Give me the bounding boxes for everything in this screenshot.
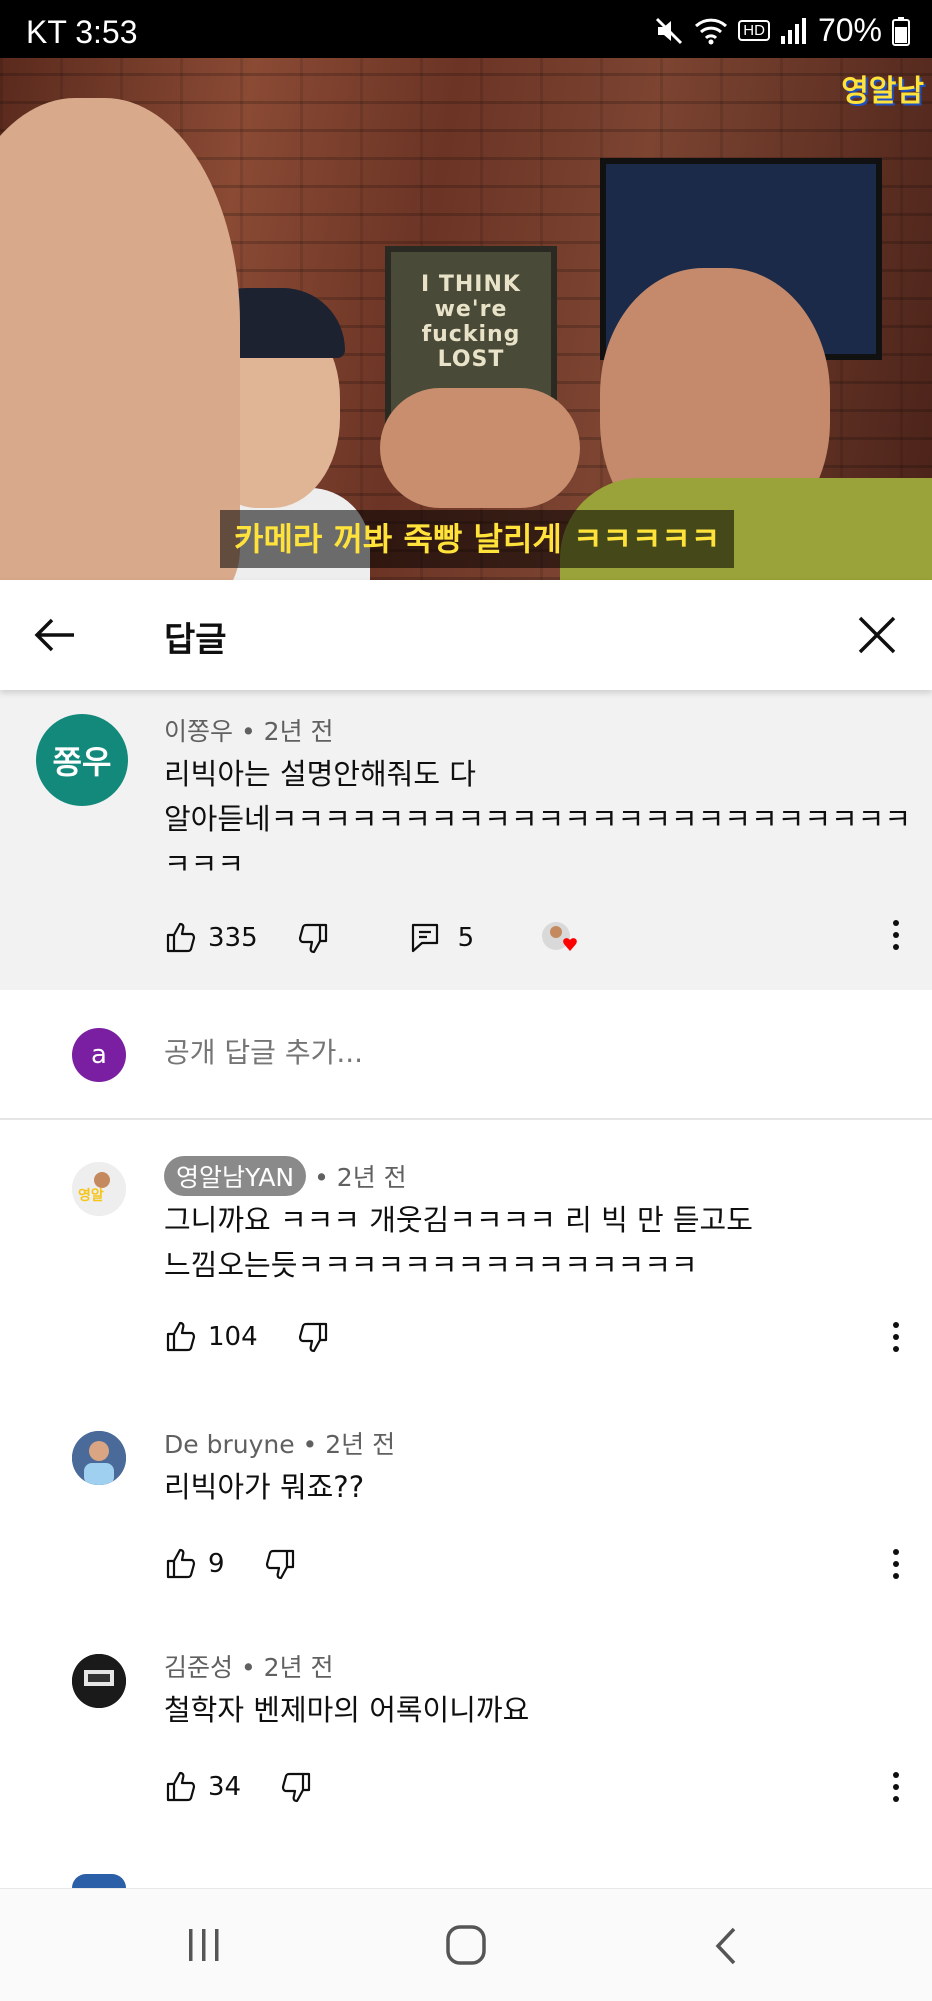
status-bar: KT 3:53 HD 70%	[0, 0, 932, 58]
comment-meta: 이쫑우 • 2년 전	[164, 712, 334, 748]
add-reply-row: a	[0, 990, 932, 1120]
thumbs-down-icon[interactable]	[279, 1770, 313, 1804]
comment-author[interactable]: 김준성	[164, 1653, 233, 1682]
comment-line: 철학자 벤제마의 어록이니까요	[164, 1693, 530, 1727]
comment-meta: 김준성 • 2년 전	[164, 1648, 334, 1684]
channel-avatar-icon: 영알	[72, 1162, 126, 1216]
thumbs-up-icon[interactable]	[164, 1770, 198, 1804]
comment-age: 2년 전	[263, 1653, 334, 1682]
video-subtitle: 카메라 꺼봐 죽빵 날리게 ㅋㅋㅋㅋㅋ	[220, 510, 735, 568]
comment-actions: 104	[164, 1320, 330, 1354]
like-count: 335	[208, 923, 258, 953]
more-vert-icon[interactable]	[890, 1770, 902, 1804]
comment-author[interactable]: De bruyne	[164, 1430, 295, 1459]
comment-line: 리빅아가 뭐죠??	[164, 1470, 365, 1504]
user-photo-icon	[72, 1654, 126, 1708]
thumbs-up-icon[interactable]	[164, 1320, 198, 1354]
comment-meta: De bruyne • 2년 전	[164, 1425, 395, 1461]
comment-age: 2년 전	[325, 1430, 396, 1459]
more-vert-icon[interactable]	[890, 1547, 902, 1581]
close-icon[interactable]	[852, 610, 902, 660]
reply-input[interactable]	[164, 1036, 513, 1069]
home-icon[interactable]	[444, 1923, 488, 1967]
meta-separator: •	[240, 717, 264, 746]
avatar[interactable]	[72, 1654, 126, 1708]
creator-badge[interactable]: 영알남YAN	[164, 1156, 307, 1196]
avatar[interactable]: 영알	[72, 1162, 126, 1216]
creator-heart-icon	[542, 922, 578, 951]
user-avatar: a	[72, 1028, 126, 1082]
comment-actions: 34	[164, 1770, 313, 1804]
video-pointing-hand	[380, 388, 580, 508]
meta-separator: •	[240, 1653, 264, 1682]
user-photo-icon	[72, 1431, 126, 1485]
thumbs-down-icon[interactable]	[296, 1320, 330, 1354]
video-person-left	[0, 98, 240, 580]
thumbs-up-icon[interactable]	[164, 921, 198, 955]
page-title: 답글	[164, 620, 227, 660]
battery-icon	[892, 16, 910, 46]
carrier-time: KT 3:53	[26, 14, 138, 50]
comment-line: 느낌오는듯ㅋㅋㅋㅋㅋㅋㅋㅋㅋㅋㅋㅋㅋㅋㅋ	[164, 1248, 698, 1282]
hd-icon: HD	[738, 20, 770, 41]
comment-actions: 335 5	[164, 918, 586, 958]
thumbs-down-icon[interactable]	[296, 921, 330, 955]
comment-age: 2년 전	[263, 717, 334, 746]
channel-logo: 영알남	[841, 74, 924, 109]
battery-percent: 70%	[817, 12, 882, 48]
comment-line: 알아듣네ㅋㅋㅋㅋㅋㅋㅋㅋㅋㅋㅋㅋㅋㅋㅋㅋㅋㅋㅋㅋㅋㅋㅋㅋ	[164, 802, 912, 836]
back-arrow-icon[interactable]	[30, 610, 80, 660]
video-player[interactable]: I THINK we're fucking LOST 영알남 카메라 꺼봐 죽빵…	[0, 58, 932, 580]
avatar[interactable]: 쫑우	[36, 714, 128, 806]
comment-line: 그니까요 ㅋㅋㅋ 개웃김ㅋㅋㅋㅋ 리 빅 만 듣고도	[164, 1203, 753, 1237]
like-count: 104	[208, 1322, 258, 1352]
comment-age: 2년 전	[336, 1163, 407, 1192]
comment-author[interactable]: 이쫑우	[164, 717, 233, 746]
thumbs-up-icon[interactable]	[164, 1547, 198, 1581]
comment-text: 리빅아가 뭐죠??	[164, 1465, 364, 1510]
wifi-icon	[695, 18, 728, 44]
like-count: 34	[208, 1772, 242, 1802]
comment-line: 리빅아는 설명안해줘도 다	[164, 757, 476, 791]
comment-meta: 영알남YAN • 2년 전	[164, 1156, 407, 1196]
parent-comment: 쫑우 이쫑우 • 2년 전 리빅아는 설명안해줘도 다 알아듣네ㅋㅋㅋㅋㅋㅋㅋㅋ…	[0, 690, 932, 990]
comment-text: 그니까요 ㅋㅋㅋ 개웃김ㅋㅋㅋㅋ 리 빅 만 듣고도 느낌오는듯ㅋㅋㅋㅋㅋㅋㅋㅋ…	[164, 1198, 753, 1288]
mute-icon	[656, 17, 683, 44]
system-nav-bar	[0, 1888, 932, 2001]
like-count: 9	[208, 1549, 225, 1579]
comment-text: 리빅아는 설명안해줘도 다 알아듣네ㅋㅋㅋㅋㅋㅋㅋㅋㅋㅋㅋㅋㅋㅋㅋㅋㅋㅋㅋㅋㅋㅋ…	[164, 752, 911, 887]
thumbs-down-icon[interactable]	[263, 1547, 297, 1581]
avatar[interactable]	[72, 1431, 126, 1485]
reply-icon[interactable]	[408, 921, 442, 955]
more-vert-icon[interactable]	[890, 918, 902, 952]
svg-text:영알: 영알	[78, 1187, 104, 1204]
meta-separator: •	[302, 1430, 326, 1459]
meta-separator: •	[314, 1163, 337, 1192]
reply-count: 5	[457, 923, 475, 953]
replies-header: 답글	[0, 580, 932, 690]
comment-line: ㅋㅋㅋ	[164, 847, 245, 881]
next-reply-avatar-partial	[72, 1874, 126, 1888]
status-icons: HD 70%	[654, 12, 910, 49]
comment-actions: 9	[164, 1547, 297, 1581]
more-vert-icon[interactable]	[890, 1320, 902, 1354]
signal-icon	[780, 17, 806, 44]
recents-icon[interactable]	[186, 1925, 222, 1965]
comment-text: 철학자 벤제마의 어록이니까요	[164, 1688, 529, 1733]
back-icon[interactable]	[710, 1925, 742, 1967]
